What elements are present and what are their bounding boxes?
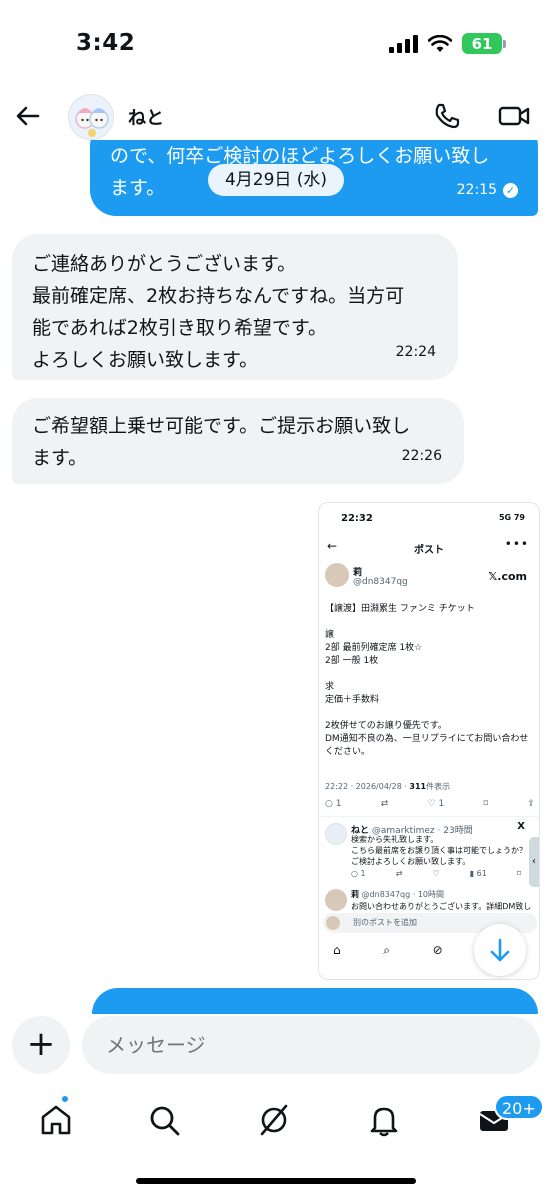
scroll-to-bottom-button[interactable]: [474, 924, 526, 976]
message-line: 最前確定席、2枚お持ちなんですね。当方可: [32, 285, 405, 307]
screenshot-home-icon: ⌂: [333, 943, 341, 957]
screenshot-reply2-text: お問い合わせありがとうございます。詳細DM致し: [351, 902, 532, 911]
screenshot-reply2-header: 莉 @dn8347qg · 10時間: [351, 889, 444, 900]
message-line: 能であれば2枚引き取り希望です。: [32, 317, 327, 339]
battery-level: 61: [462, 33, 502, 54]
screenshot-xcom: 𝕏.com: [488, 570, 527, 583]
message-line: よろしくお願い致します。: [32, 349, 259, 371]
screenshot-action: ⇪: [527, 799, 535, 809]
grok-icon[interactable]: [256, 1102, 292, 1138]
screenshot-meta-views-label: 件表示: [426, 782, 451, 791]
screenshot-reply2-handle: @dn8347qg · 10時間: [361, 890, 445, 899]
wifi-icon: [428, 34, 452, 52]
screenshot-status-icons: 5G 79: [498, 513, 525, 522]
notifications-bell-icon[interactable]: [366, 1102, 402, 1138]
status-bar: 3:42 61: [0, 0, 552, 92]
screenshot-reply-avatar: [325, 823, 347, 845]
back-arrow-icon[interactable]: [14, 102, 42, 130]
screenshot-action: ○ 1: [325, 799, 342, 809]
shared-screenshot-image[interactable]: 22:32 5G 79 ← ポスト ••• 莉 @dn8347qg 𝕏.com …: [318, 502, 540, 980]
screenshot-action: ⇄: [380, 799, 389, 809]
conversation-header: ねと: [0, 92, 552, 140]
cellular-signal-icon: [389, 34, 418, 53]
screenshot-action: ♡ 1: [427, 799, 445, 809]
screenshot-tabbar: ⌂ ⌕ ⊘ ♪: [333, 943, 493, 958]
search-icon[interactable]: [146, 1102, 182, 1138]
video-call-icon[interactable]: [498, 102, 530, 130]
screenshot-status-time: 22:32: [341, 513, 373, 524]
message-bubble-incoming[interactable]: ご希望額上乗せ可能です。ご提示お願い致し ます。 22:26: [12, 398, 464, 484]
screenshot-reply-action: ▮ 61: [469, 869, 487, 878]
message-time: 22:24: [395, 344, 436, 360]
screenshot-post-body: 【譲渡】田淵累生 ファンミ チケット 譲 2部 最前列確定席 1枚☆ 2部 一般…: [325, 604, 529, 757]
bottom-tab-bar: [0, 1080, 552, 1160]
screenshot-reply-action: ♡: [432, 869, 440, 878]
status-icons: 61: [389, 33, 506, 54]
date-separator: 4月29日 (水): [208, 164, 344, 196]
screenshot-reply-actions: ○ 1 ⇄ ♡ ▮ 61 ⌑: [351, 869, 521, 878]
screenshot-post-meta: 22:22 · 2026/04/28 · 311件表示: [325, 781, 450, 792]
message-line: ます。: [32, 447, 88, 469]
message-composer: +: [0, 1014, 552, 1078]
message-input[interactable]: [82, 1016, 540, 1074]
screenshot-reply-text: 検索から失礼致します。 こちら最前席をお譲り頂く事は可能でしょうか？ ご検討よろ…: [351, 835, 527, 866]
phone-call-icon[interactable]: [433, 102, 461, 130]
status-time: 3:42: [76, 30, 136, 56]
message-line: ご連絡ありがとうございます。: [32, 253, 297, 275]
screenshot-reply2-name: 莉: [351, 890, 359, 899]
contact-avatar[interactable]: [68, 94, 114, 140]
contact-name[interactable]: ねと: [128, 104, 164, 130]
screenshot-side-handle-icon: ‹: [529, 837, 539, 887]
home-indicator: [136, 1178, 416, 1184]
screenshot-reply-action: ⌑: [516, 869, 521, 878]
add-attachment-button[interactable]: +: [12, 1016, 70, 1074]
message-time-text: 22:15: [456, 182, 497, 198]
screenshot-author-handle: @dn8347qg: [353, 577, 408, 587]
screenshot-meta-time: 22:22 · 2026/04/28 ·: [325, 782, 410, 791]
screenshot-reply-action: ⇄: [395, 869, 403, 878]
screenshot-action: ⌑: [483, 799, 489, 809]
home-icon[interactable]: [38, 1102, 74, 1138]
screenshot-reply-action: ○ 1: [351, 869, 366, 878]
home-notification-dot: [60, 1094, 70, 1104]
screenshot-more-icon: •••: [504, 537, 529, 551]
screenshot-compose-placeholder: 別のポストを追加: [353, 918, 417, 927]
screenshot-meta-views: 311: [409, 782, 427, 791]
arrow-down-icon: [490, 938, 510, 962]
message-bubble-incoming[interactable]: ご連絡ありがとうございます。 最前確定席、2枚お持ちなんですね。当方可 能であれ…: [12, 234, 458, 380]
messages-count-badge: 20+: [494, 1094, 544, 1120]
screenshot-reply-x: X: [517, 821, 525, 832]
screenshot-author-avatar: [325, 563, 349, 587]
screenshot-search-icon: ⌕: [383, 943, 390, 957]
read-check-icon: ✓: [503, 182, 518, 198]
message-line: ご希望額上乗せ可能です。ご提示お願い致し: [32, 415, 411, 437]
screenshot-post-actions: ○ 1 ⇄ ♡ 1 ⌑ ⇪: [325, 799, 535, 809]
screenshot-grok-icon: ⊘: [432, 943, 443, 957]
message-time: 22:26: [401, 448, 442, 464]
message-time: 22:15 ✓: [457, 174, 518, 206]
screenshot-reply2-avatar: [325, 889, 347, 911]
message-list[interactable]: ので、何卒ご検討のほどよろしくお願い致し ます。 22:15 ✓ 4月29日 (水…: [0, 140, 552, 1000]
battery-icon: 61: [462, 33, 506, 54]
